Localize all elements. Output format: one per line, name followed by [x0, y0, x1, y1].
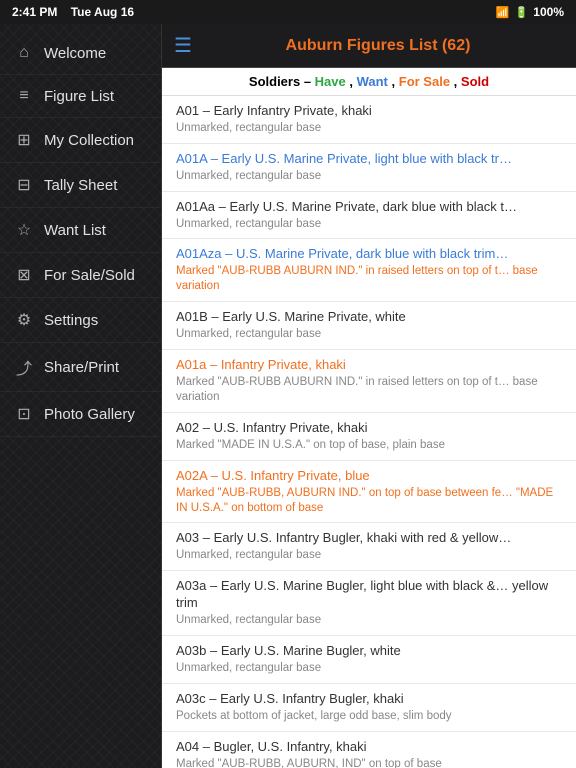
- sidebar-icon-for-sale-sold: ⊠: [14, 265, 34, 285]
- item-title-a01a: A01A – Early U.S. Marine Private, light …: [176, 151, 562, 168]
- item-title-a03: A03 – Early U.S. Infantry Bugler, khaki …: [176, 530, 562, 547]
- legend-want: Want: [357, 74, 388, 89]
- item-title-a01a2: A01a – Infantry Private, khaki: [176, 357, 562, 374]
- header-title: Auburn Figures List (62): [192, 37, 564, 55]
- legend-prefix: Soldiers –: [249, 74, 315, 89]
- list-item-a01aa[interactable]: A01Aa – Early U.S. Marine Private, dark …: [162, 192, 576, 240]
- status-indicators: 📶 🔋 100%: [496, 5, 564, 19]
- sidebar-label-share-print: Share/Print: [44, 359, 119, 376]
- legend-for-sale: For Sale: [399, 74, 450, 89]
- sidebar-label-want-list: Want List: [44, 222, 106, 239]
- item-sub-a01a2: Marked "AUB-RUBB AUBURN IND." in raised …: [176, 375, 562, 405]
- sidebar-item-figure-list[interactable]: ≡ Figure List: [0, 75, 161, 118]
- main-layout: ⌂ Welcome ≡ Figure List ⊞ My Collection …: [0, 24, 576, 768]
- item-sub-a03c: Pockets at bottom of jacket, large odd b…: [176, 709, 562, 724]
- item-sub-a02: Marked "MADE IN U.S.A." on top of base, …: [176, 438, 562, 453]
- list-item-a01[interactable]: A01 – Early Infantry Private, khaki Unma…: [162, 96, 576, 144]
- sidebar-label-photo-gallery: Photo Gallery: [44, 406, 135, 423]
- list-item-a02a[interactable]: A02A – U.S. Infantry Private, blue Marke…: [162, 461, 576, 524]
- item-title-a01aza: A01Aza – U.S. Marine Private, dark blue …: [176, 246, 562, 263]
- item-sub-a01aza: Marked "AUB-RUBB AUBURN IND." in raised …: [176, 264, 562, 294]
- sidebar-label-welcome: Welcome: [44, 45, 106, 62]
- item-title-a01aa: A01Aa – Early U.S. Marine Private, dark …: [176, 199, 562, 216]
- status-date: Tue Aug 16: [71, 5, 134, 19]
- sidebar-item-tally-sheet[interactable]: ⊟ Tally Sheet: [0, 163, 161, 208]
- sidebar-icon-settings: ⚙: [14, 310, 34, 330]
- item-title-a03a: A03a – Early U.S. Marine Bugler, light b…: [176, 578, 562, 612]
- sidebar-item-my-collection[interactable]: ⊞ My Collection: [0, 118, 161, 163]
- sidebar: ⌂ Welcome ≡ Figure List ⊞ My Collection …: [0, 24, 162, 768]
- sidebar-icon-my-collection: ⊞: [14, 130, 34, 150]
- legend-row: Soldiers – Have , Want , For Sale , Sold: [162, 68, 576, 96]
- list-item-a03c[interactable]: A03c – Early U.S. Infantry Bugler, khaki…: [162, 684, 576, 732]
- legend-have: Have: [315, 74, 346, 89]
- sidebar-item-settings[interactable]: ⚙ Settings: [0, 298, 161, 343]
- sidebar-label-figure-list: Figure List: [44, 88, 114, 105]
- sidebar-nav: ⌂ Welcome ≡ Figure List ⊞ My Collection …: [0, 24, 161, 768]
- item-sub-a03a: Unmarked, rectangular base: [176, 613, 562, 628]
- item-sub-a01b: Unmarked, rectangular base: [176, 327, 562, 342]
- list-item-a01a[interactable]: A01A – Early U.S. Marine Private, light …: [162, 144, 576, 192]
- list-item-a01aza[interactable]: A01Aza – U.S. Marine Private, dark blue …: [162, 239, 576, 302]
- sidebar-label-my-collection: My Collection: [44, 132, 134, 149]
- item-sub-a02a: Marked "AUB-RUBB, AUBURN IND." on top of…: [176, 486, 562, 516]
- header: ☰ Auburn Figures List (62): [162, 24, 576, 68]
- sidebar-label-for-sale-sold: For Sale/Sold: [44, 267, 135, 284]
- list-item-a03[interactable]: A03 – Early U.S. Infantry Bugler, khaki …: [162, 523, 576, 571]
- item-title-a03c: A03c – Early U.S. Infantry Bugler, khaki: [176, 691, 562, 708]
- item-title-a02: A02 – U.S. Infantry Private, khaki: [176, 420, 562, 437]
- sidebar-icon-figure-list: ≡: [14, 87, 34, 105]
- item-title-a01: A01 – Early Infantry Private, khaki: [176, 103, 562, 120]
- item-sub-a01: Unmarked, rectangular base: [176, 121, 562, 136]
- sidebar-icon-tally-sheet: ⊟: [14, 175, 34, 195]
- sidebar-item-share-print[interactable]: ⤴ Share/Print: [0, 343, 161, 392]
- battery-icon: 🔋: [515, 6, 529, 19]
- item-sub-a03: Unmarked, rectangular base: [176, 548, 562, 563]
- status-time-date: 2:41 PM Tue Aug 16: [12, 5, 134, 19]
- sidebar-icon-want-list: ☆: [14, 220, 34, 240]
- sidebar-icon-welcome: ⌂: [14, 44, 34, 62]
- sidebar-label-tally-sheet: Tally Sheet: [44, 177, 117, 194]
- item-sub-a01a: Unmarked, rectangular base: [176, 169, 562, 184]
- item-title-a04: A04 – Bugler, U.S. Infantry, khaki: [176, 739, 562, 756]
- list-item-a02[interactable]: A02 – U.S. Infantry Private, khaki Marke…: [162, 413, 576, 461]
- list-item-a03b[interactable]: A03b – Early U.S. Marine Bugler, white U…: [162, 636, 576, 684]
- sidebar-label-settings: Settings: [44, 312, 98, 329]
- hamburger-button[interactable]: ☰: [174, 33, 192, 58]
- battery-percent: 100%: [533, 5, 564, 19]
- item-title-a01b: A01B – Early U.S. Marine Private, white: [176, 309, 562, 326]
- status-bar: 2:41 PM Tue Aug 16 📶 🔋 100%: [0, 0, 576, 24]
- sidebar-item-want-list[interactable]: ☆ Want List: [0, 208, 161, 253]
- list-item-a03a[interactable]: A03a – Early U.S. Marine Bugler, light b…: [162, 571, 576, 636]
- status-time: 2:41 PM: [12, 5, 57, 19]
- sidebar-item-for-sale-sold[interactable]: ⊠ For Sale/Sold: [0, 253, 161, 298]
- sidebar-item-welcome[interactable]: ⌂ Welcome: [0, 32, 161, 75]
- legend-sold: Sold: [461, 74, 489, 89]
- sidebar-item-photo-gallery[interactable]: ⊡ Photo Gallery: [0, 392, 161, 437]
- figure-list[interactable]: A01 – Early Infantry Private, khaki Unma…: [162, 96, 576, 768]
- item-sub-a03b: Unmarked, rectangular base: [176, 661, 562, 676]
- content-area: ☰ Auburn Figures List (62) Soldiers – Ha…: [162, 24, 576, 768]
- item-title-a02a: A02A – U.S. Infantry Private, blue: [176, 468, 562, 485]
- list-item-a04[interactable]: A04 – Bugler, U.S. Infantry, khaki Marke…: [162, 732, 576, 768]
- sidebar-icon-share-print: ⤴: [14, 355, 34, 379]
- item-title-a03b: A03b – Early U.S. Marine Bugler, white: [176, 643, 562, 660]
- sidebar-icon-photo-gallery: ⊡: [14, 404, 34, 424]
- wifi-icon: 📶: [496, 6, 510, 19]
- item-sub-a04: Marked "AUB-RUBB, AUBURN, IND" on top of…: [176, 757, 562, 768]
- list-item-a01b[interactable]: A01B – Early U.S. Marine Private, white …: [162, 302, 576, 350]
- list-item-a01a2[interactable]: A01a – Infantry Private, khaki Marked "A…: [162, 350, 576, 413]
- item-sub-a01aa: Unmarked, rectangular base: [176, 217, 562, 232]
